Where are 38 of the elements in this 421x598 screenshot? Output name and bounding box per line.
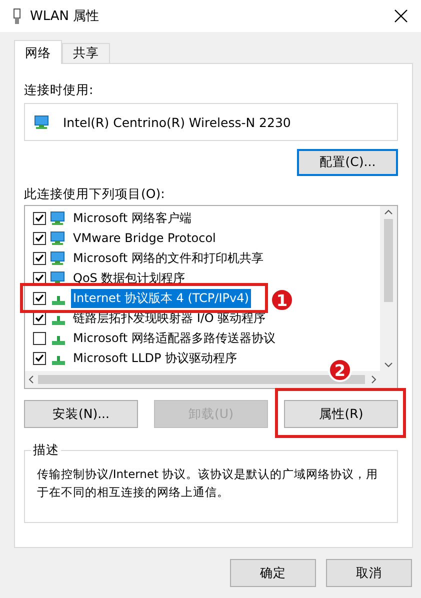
list-item[interactable]: Microsoft 网络客户端 [71,208,194,228]
list-item[interactable]: Microsoft 网络的文件和打印机共享 [71,248,266,268]
checkbox[interactable] [33,272,46,284]
group-title: 描述 [32,442,60,459]
install-button[interactable]: 安装(N)... [24,400,138,428]
description-text: 传输控制协议/Internet 协议。该协议是默认的广域网络协议，用于在不同的相互连接的网络上通信。 [37,466,380,501]
list-item[interactable]: QoS 数据包计划程序 [71,268,188,288]
checkbox[interactable] [33,252,46,264]
configure-button[interactable]: 配置(C)... [297,149,398,176]
monitor-icon [50,210,67,226]
checkbox[interactable] [33,352,46,364]
section-label: 连接时使用: [24,82,94,97]
scroll-left-icon[interactable] [28,375,34,384]
monitor-icon [34,114,51,130]
cancel-button[interactable]: 取消 [326,559,412,587]
close-icon[interactable] [393,8,409,24]
checkbox[interactable] [33,292,46,304]
tab[interactable]: 网络 [14,40,62,64]
scroll-right-icon[interactable] [371,375,377,384]
checkbox[interactable] [33,332,46,344]
list-item[interactable]: VMware Bridge Protocol [71,230,218,246]
adapter-name: Intel(R) Centrino(R) Wireless-N 2230 [63,114,291,130]
ok-button[interactable]: 确定 [230,559,316,587]
monitor-icon [50,230,67,246]
scroll-down-icon[interactable] [384,362,393,368]
properties-button[interactable]: 属性(R) [284,400,398,428]
section-label: 此连接使用下列项目(O): [24,186,166,201]
list-item[interactable]: Microsoft 网络适配器多路传送器协议 [71,328,278,348]
scroll-up-icon[interactable] [384,209,393,215]
tab[interactable]: 共享 [62,43,110,63]
window-title: WLAN 属性 [30,8,100,25]
adapter-icon [12,8,22,24]
list-item[interactable]: Internet 协议版本 4 (TCP/IPv4) [71,288,251,308]
checkbox[interactable] [33,212,46,224]
monitor-icon [50,250,67,266]
monitor-icon [50,270,67,286]
checkbox[interactable] [33,232,46,244]
list-item[interactable]: Microsoft LLDP 协议驱动程序 [71,348,240,368]
